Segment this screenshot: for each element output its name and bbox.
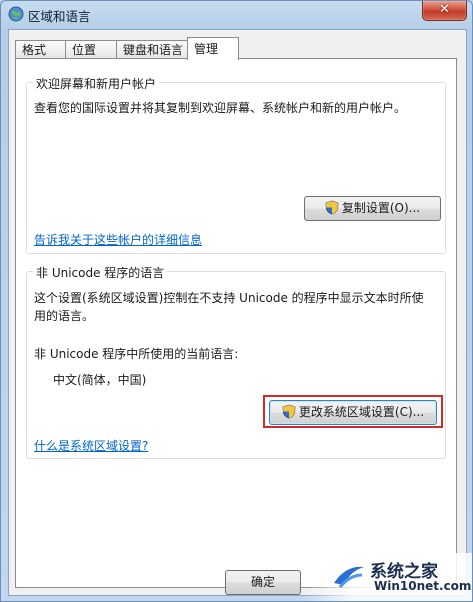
non-unicode-description-line1: 这个设置(系统区域设置)控制在不支持 Unicode 的程序中显示文本时所使 [34, 291, 424, 305]
non-unicode-description-line2: 用的语言。 [34, 309, 95, 323]
welcome-screen-group: 欢迎屏幕和新用户帐户 查看您的国际设置并将其复制到欢迎屏幕、系统帐户和新的用户帐… [26, 75, 446, 254]
watermark-logo-icon [334, 566, 364, 588]
region-language-window: 区域和语言 ✕ 格式 位置 键盘和语言 管理 欢迎屏幕和新用户帐户 查看您的国际… [0, 0, 473, 602]
tab-administrative[interactable]: 管理 [187, 37, 239, 60]
tab-panel-administrative: 欢迎屏幕和新用户帐户 查看您的国际设置并将其复制到欢迎屏幕、系统帐户和新的用户帐… [15, 58, 457, 588]
window-title: 区域和语言 [28, 9, 91, 24]
uac-shield-icon [325, 200, 339, 214]
current-language-value: 中文(简体，中国) [53, 373, 147, 387]
dialog-client-area: 格式 位置 键盘和语言 管理 欢迎屏幕和新用户帐户 查看您的国际设置并将其复制到… [8, 29, 467, 596]
title-bar[interactable]: 区域和语言 ✕ [1, 1, 472, 29]
non-unicode-group: 非 Unicode 程序的语言 这个设置(系统区域设置)控制在不支持 Unico… [26, 264, 446, 459]
watermark: 系统之家 Win10net.com [302, 553, 472, 601]
group-title-non-unicode: 非 Unicode 程序的语言 [33, 264, 168, 281]
ok-button[interactable]: 确定 [225, 570, 301, 595]
watermark-site: Win10net.com [374, 579, 472, 593]
tab-keyboard-languages[interactable]: 键盘和语言 [116, 40, 189, 58]
what-is-system-locale-link[interactable]: 什么是系统区域设置? [34, 437, 148, 456]
group-title-welcome: 欢迎屏幕和新用户帐户 [33, 75, 160, 92]
welcome-accounts-info-link[interactable]: 告诉我关于这些帐户的详细信息 [34, 231, 202, 250]
uac-shield-icon [282, 404, 296, 418]
welcome-description: 查看您的国际设置并将其复制到欢迎屏幕、系统帐户和新的用户帐户。 [34, 101, 407, 115]
change-system-locale-button[interactable]: 更改系统区域设置(C)... [269, 400, 437, 425]
change-system-locale-label: 更改系统区域设置(C)... [298, 405, 425, 419]
tab-location[interactable]: 位置 [65, 40, 117, 58]
copy-settings-label: 复制设置(O)... [341, 201, 421, 215]
close-icon: ✕ [439, 2, 450, 17]
tab-formats[interactable]: 格式 [15, 40, 66, 58]
copy-settings-button[interactable]: 复制设置(O)... [304, 196, 441, 221]
current-language-label: 非 Unicode 程序中所使用的当前语言: [34, 347, 239, 361]
globe-icon [8, 6, 24, 22]
close-button[interactable]: ✕ [422, 1, 467, 21]
